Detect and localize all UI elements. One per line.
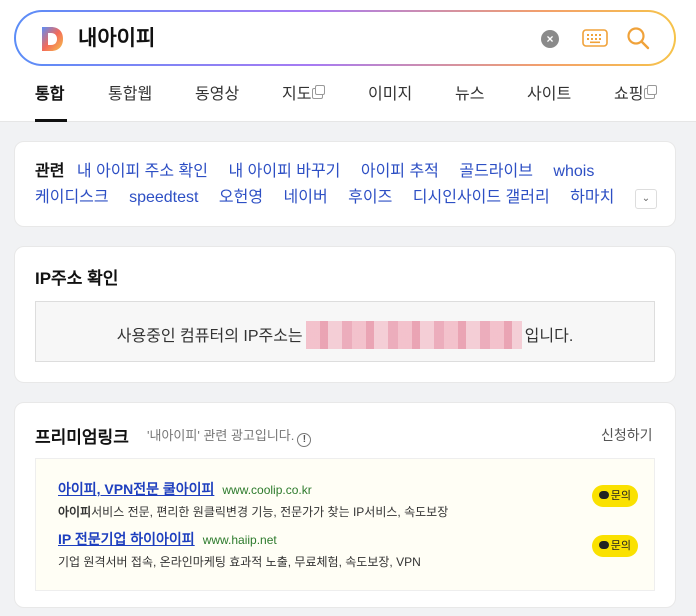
premium-link-title: 프리미엄링크 — [35, 428, 129, 447]
related-link[interactable]: speedtest — [129, 189, 198, 206]
tab-shopping[interactable]: 쇼핑 — [614, 84, 658, 106]
ip-result-box: 사용중인 컴퓨터의 IP주소는 입니다. — [35, 301, 655, 362]
ad-item: 아이피, VPN전문 쿨아이피 www.coolip.co.kr 아이피서비스 전… — [58, 479, 638, 520]
ad-desc-highlight: 아이피 — [58, 505, 92, 519]
related-searches-card: 관련 내 아이피 주소 확인 내 아이피 바꾸기 아이피 추적 골드라이브 wh… — [14, 141, 676, 227]
ip-check-title: IP주소 확인 — [35, 269, 119, 288]
chat-bubble-icon — [598, 541, 609, 549]
tab-integrated-web[interactable]: 통합웹 — [108, 84, 152, 106]
related-link[interactable]: 후이즈 — [348, 189, 392, 206]
premium-link-card: 프리미엄링크 '내아이피' 관련 광고입니다.! 신청하기 아이피, VPN전문… — [14, 402, 676, 608]
search-query[interactable]: 내아이피 — [78, 25, 155, 53]
daum-logo-icon[interactable] — [40, 26, 64, 52]
inquiry-button[interactable]: 문의 — [591, 535, 638, 557]
related-link[interactable]: 하마치 — [570, 189, 614, 206]
ad-description: 서비스 전문, 편리한 원클릭변경 기능, 전문가가 찾는 IP서비스, 속도보… — [91, 505, 449, 519]
ad-url[interactable]: www.coolip.co.kr — [222, 483, 311, 497]
related-link[interactable]: 내 아이피 바꾸기 — [228, 163, 340, 180]
ad-list: 아이피, VPN전문 쿨아이피 www.coolip.co.kr 아이피서비스 전… — [35, 458, 655, 591]
info-icon[interactable]: ! — [297, 433, 312, 447]
related-title: 관련 — [35, 163, 65, 180]
tab-news[interactable]: 뉴스 — [455, 84, 484, 106]
related-link[interactable]: 내 아이피 주소 확인 — [77, 163, 208, 180]
tab-map[interactable]: 지도 — [282, 84, 326, 106]
related-link[interactable]: 네이버 — [284, 189, 328, 206]
search-tabs: 통합 통합웹 동영상 지도 이미지 뉴스 사이트 쇼핑 — [0, 84, 696, 122]
ip-prefix-text: 사용중인 컴퓨터의 IP주소는 — [116, 328, 303, 345]
search-icon[interactable] — [626, 26, 650, 50]
ad-description: 기업 원격서버 접속, 온라인마케팅 효과적 노출, 무료체험, 속도보장, V… — [58, 555, 421, 569]
tab-site[interactable]: 사이트 — [527, 84, 571, 106]
header: 내아이피 × 통합 통합웹 동영상 지도 이미지 뉴스 사이트 쇼핑 — [0, 0, 696, 122]
tab-video[interactable]: 동영상 — [195, 84, 239, 106]
ip-suffix-text: 입니다. — [524, 328, 574, 345]
external-link-icon — [312, 85, 326, 99]
related-link[interactable]: 아이피 추적 — [361, 163, 439, 180]
ad-item: IP 전문기업 하이아이피 www.haiip.net 기업 원격서버 접속, 온… — [58, 529, 638, 570]
related-link[interactable]: whois — [553, 163, 594, 180]
chevron-down-icon[interactable]: ⌄ — [635, 189, 657, 209]
related-link[interactable]: 골드라이브 — [459, 163, 533, 180]
ad-url[interactable]: www.haiip.net — [203, 533, 277, 547]
clear-icon[interactable]: × — [541, 30, 559, 48]
apply-ad-link[interactable]: 신청하기 — [601, 425, 653, 445]
tab-image[interactable]: 이미지 — [368, 84, 412, 106]
external-link-icon — [644, 85, 658, 99]
search-box[interactable]: 내아이피 × — [14, 10, 676, 66]
inquiry-button[interactable]: 문의 — [591, 485, 638, 507]
related-link[interactable]: 케이디스크 — [35, 189, 109, 206]
active-tab-indicator — [35, 119, 67, 122]
ad-notice-text: '내아이피' 관련 광고입니다. — [147, 428, 295, 443]
chat-bubble-icon — [598, 491, 609, 499]
ad-title-link[interactable]: 아이피, VPN전문 쿨아이피 — [58, 481, 214, 497]
tab-integrated[interactable]: 통합 — [35, 84, 64, 106]
ip-check-card: IP주소 확인 사용중인 컴퓨터의 IP주소는 입니다. — [14, 246, 676, 383]
keyboard-icon[interactable] — [582, 28, 608, 48]
ad-title-link[interactable]: IP 전문기업 하이아이피 — [58, 531, 195, 547]
related-link[interactable]: 디시인사이드 갤러리 — [413, 189, 550, 206]
ip-address-redacted — [305, 321, 522, 349]
related-link[interactable]: 오헌영 — [219, 189, 263, 206]
